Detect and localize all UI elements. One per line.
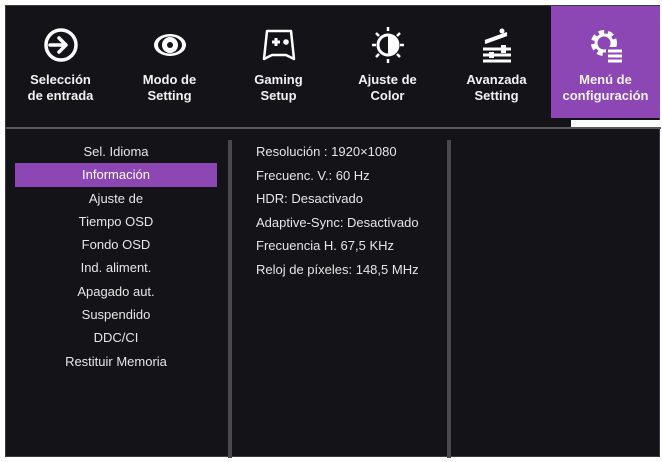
menu-item-ddc-ci[interactable]: DDC/CI — [15, 326, 217, 349]
menu-item-osd-background[interactable]: Fondo OSD — [15, 233, 217, 256]
info-resolution: Resolución : 1920×1080 — [256, 144, 397, 159]
menu-item-language[interactable]: Sel. Idioma — [15, 140, 217, 163]
tab-gaming-setup[interactable]: Gaming Setup — [224, 6, 333, 128]
tab-label: Menú de configuración — [562, 72, 649, 103]
osd-window: Selección de entrada Modo de Setting Gam… — [5, 5, 661, 458]
settings-menu-list: Sel. Idioma Información Ajuste de Tiempo… — [6, 140, 226, 373]
tab-setup-menu[interactable]: Menú de configuración — [551, 6, 660, 118]
menu-item-information[interactable]: Información — [15, 163, 217, 187]
header-divider — [6, 127, 661, 129]
menu-item-adjust[interactable]: Ajuste de — [15, 187, 217, 210]
gear-menu-icon — [583, 22, 629, 68]
tab-label: Gaming Setup — [254, 72, 303, 103]
input-select-icon — [38, 22, 84, 68]
info-hdr: HDR: Desactivado — [256, 191, 363, 207]
tab-label: Selección de entrada — [27, 72, 94, 103]
gamepad-icon — [256, 22, 302, 68]
tab-bar: Selección de entrada Modo de Setting Gam… — [6, 6, 661, 128]
tab-label: Modo de Setting — [142, 72, 197, 103]
menu-item-auto-off[interactable]: Apagado aut. — [15, 280, 217, 303]
advanced-settings-icon — [474, 22, 520, 68]
menu-item-sleep[interactable]: Suspendido — [15, 303, 217, 326]
tab-setting-mode[interactable]: Modo de Setting — [115, 6, 224, 128]
info-vertical-frequency: Frecuenc. V.: 60 Hz — [256, 167, 370, 183]
info-pixel-clock: Reloj de píxeles: 148,5 MHz — [256, 261, 419, 277]
menu-item-osd-time[interactable]: Tiempo OSD — [15, 210, 217, 233]
tab-label: Ajuste de Color — [358, 72, 417, 103]
tab-input-selection[interactable]: Selección de entrada — [6, 6, 115, 128]
tab-color-adjust[interactable]: Ajuste de Color — [333, 6, 442, 128]
info-horizontal-frequency: Frecuencia H. 67,5 KHz — [256, 238, 395, 254]
info-adaptive-sync: Adaptive-Sync: Desactivado — [256, 214, 419, 230]
column-divider-left — [228, 140, 232, 458]
eye-icon — [147, 22, 193, 68]
color-bulb-icon — [365, 22, 411, 68]
tab-advanced-setting[interactable]: Avanzada Setting — [442, 6, 551, 128]
menu-item-reset-memory[interactable]: Restituir Memoria — [15, 350, 217, 373]
tab-label: Avanzada Setting — [466, 72, 527, 103]
menu-item-power-indicator[interactable]: Ind. aliment. — [15, 256, 217, 279]
information-panel: Resolución : 1920×1080 Frecuenc. V.: 60 … — [256, 140, 456, 282]
